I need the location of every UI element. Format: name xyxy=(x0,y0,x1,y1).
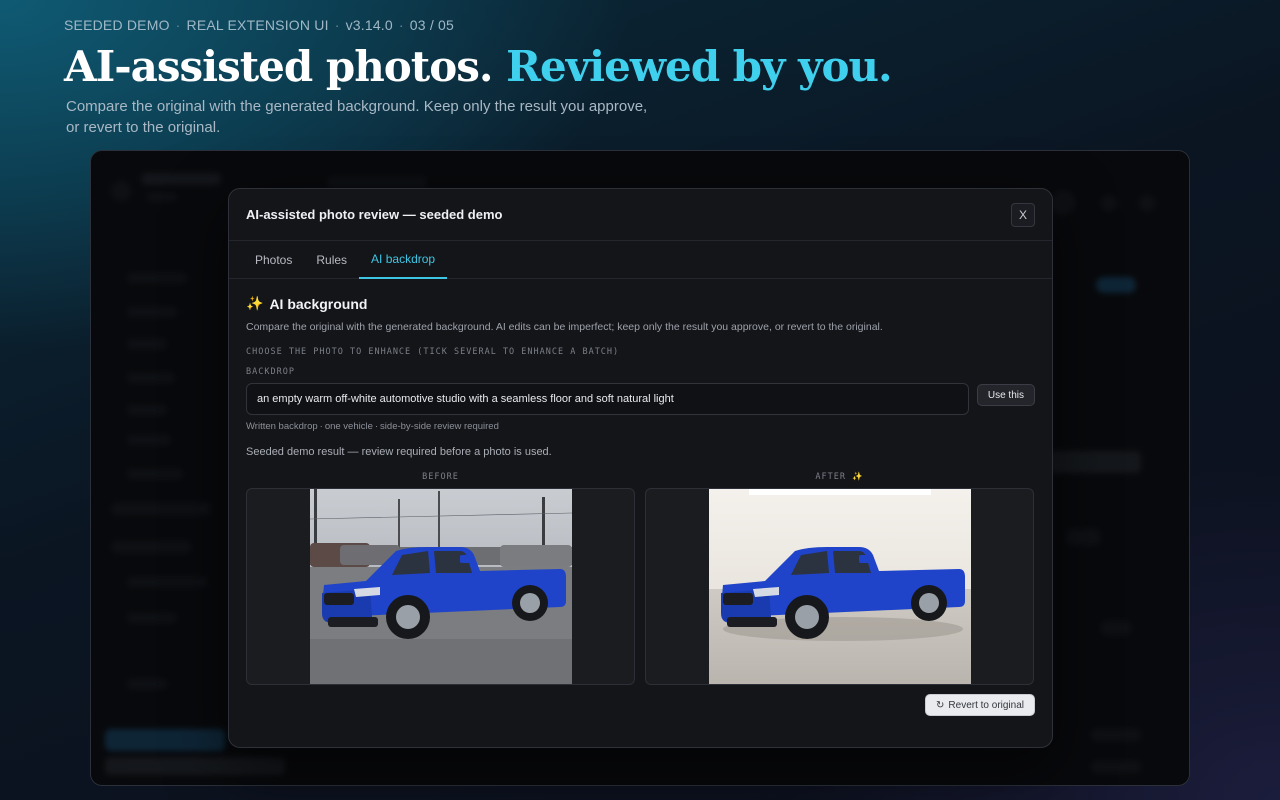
before-photo xyxy=(309,489,572,684)
hint-item: side-by-side review required xyxy=(380,421,499,432)
revert-to-original-button[interactable]: ↻ Revert to original xyxy=(925,694,1035,716)
subhead-line: or revert to the original. xyxy=(66,119,221,136)
tab-ai-backdrop[interactable]: AI backdrop xyxy=(359,241,448,279)
backdrop-hint: Written backdrop · one vehicle · side-by-sid… xyxy=(246,421,1035,432)
backdrop-input[interactable] xyxy=(246,383,969,415)
kicker-separator: · xyxy=(398,17,404,33)
revert-icon: ↻ xyxy=(936,699,945,711)
kicker-item: REAL EXTENSION UI xyxy=(186,17,329,33)
after-column: AFTER ✨ xyxy=(645,472,1034,685)
subhead: Compare the original with the generated … xyxy=(66,96,746,138)
sparkles-icon: ✨ xyxy=(246,295,264,311)
after-photo-frame xyxy=(645,488,1034,685)
modal-header: AI-assisted photo review — seeded demo X xyxy=(229,189,1052,241)
tab-photos[interactable]: Photos xyxy=(243,241,304,279)
photo-review-modal: AI-assisted photo review — seeded demo X… xyxy=(228,188,1053,748)
truck-studio-photo xyxy=(708,489,971,684)
backdrop-label: BACKDROP xyxy=(246,367,295,377)
modal-title: AI-assisted photo review — seeded demo xyxy=(246,207,503,222)
headline: AI-assisted photos. Reviewed by you. xyxy=(64,42,893,91)
section-title-text: AI background xyxy=(269,295,368,312)
before-column: BEFORE xyxy=(246,472,635,685)
hint-item: Written backdrop xyxy=(246,421,318,432)
revert-label: Revert to original xyxy=(948,699,1024,711)
after-label: AFTER ✨ xyxy=(815,472,864,482)
close-button[interactable]: X xyxy=(1011,202,1035,227)
before-photo-frame xyxy=(246,488,635,685)
before-label: BEFORE xyxy=(422,472,459,482)
section-description: Compare the original with the generated … xyxy=(246,321,883,333)
backdrop-input-row: Use this xyxy=(246,383,1035,415)
after-photo xyxy=(708,489,971,684)
kicker: SEEDED DEMO · REAL EXTENSION UI · v3.14.0 · 03… xyxy=(64,17,454,33)
choose-photo-label: CHOOSE THE PHOTO TO ENHANCE (TICK SEVERA… xyxy=(246,347,620,357)
section-title: ✨ AI background xyxy=(246,295,1035,312)
headline-main: AI-assisted photos. xyxy=(64,42,493,91)
use-this-button[interactable]: Use this xyxy=(976,384,1035,406)
headline-accent: Reviewed by you. xyxy=(506,42,893,91)
kicker-step: 03 / 05 xyxy=(409,17,454,33)
tab-bar: Photos Rules AI backdrop xyxy=(229,241,1052,279)
truck-lot-photo xyxy=(309,489,572,684)
before-after-compare: BEFORE AFTER ✨ xyxy=(246,472,1035,685)
kicker-separator: · xyxy=(334,17,340,33)
kicker-version: v3.14.0 xyxy=(345,17,393,33)
hint-separator: · xyxy=(319,421,323,432)
result-note: Seeded demo result — review required bef… xyxy=(246,446,552,458)
hint-separator: · xyxy=(374,421,379,432)
hint-item: one vehicle xyxy=(324,421,373,432)
subhead-line: Compare the original with the generated … xyxy=(66,98,648,115)
tab-rules[interactable]: Rules xyxy=(304,241,359,279)
kicker-separator: · xyxy=(175,17,181,33)
modal-footer: ↻ Revert to original xyxy=(246,694,1035,716)
kicker-item: SEEDED DEMO xyxy=(64,17,170,33)
modal-body: ✨ AI background Compare the original wit… xyxy=(229,279,1052,716)
